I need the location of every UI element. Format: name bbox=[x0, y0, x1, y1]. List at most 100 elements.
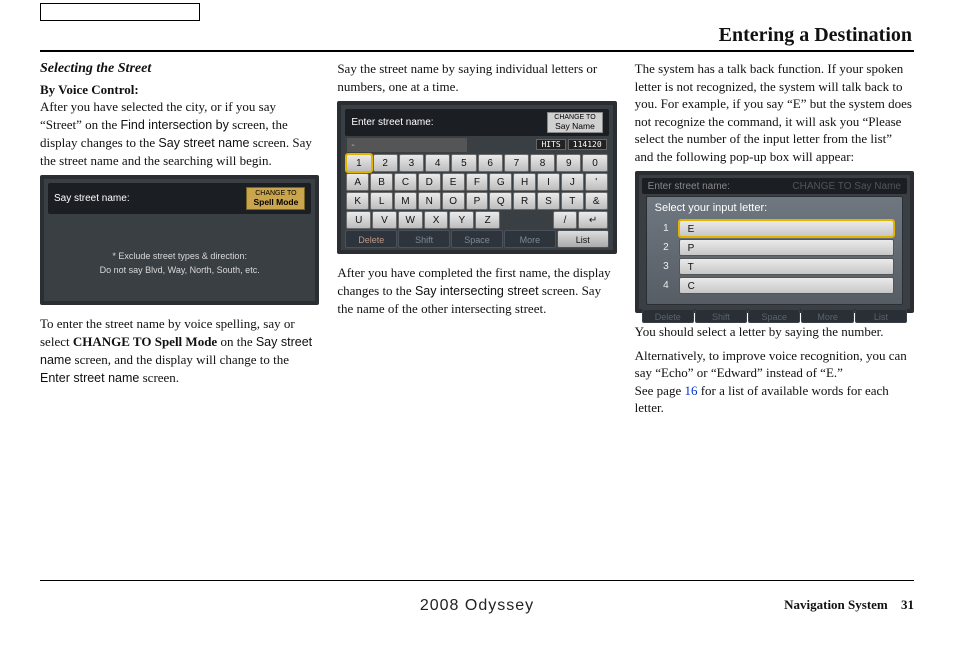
more-button-dim: More bbox=[801, 309, 853, 323]
option-number: 1 bbox=[655, 222, 669, 236]
key-v[interactable]: V bbox=[372, 211, 397, 229]
key-ampersand[interactable]: & bbox=[585, 192, 608, 210]
key-q[interactable]: Q bbox=[489, 192, 512, 210]
list-button[interactable]: List bbox=[557, 230, 609, 248]
col1-paragraph-1: After you have selected the city, or if … bbox=[40, 98, 319, 169]
key-2[interactable]: 2 bbox=[373, 154, 398, 172]
hits-counter: HITS114120 bbox=[534, 140, 606, 151]
content-columns: Selecting the Street By Voice Control: A… bbox=[40, 60, 914, 423]
shot2-prompt: Enter street name: bbox=[351, 116, 433, 130]
option-row: 2 P bbox=[655, 239, 894, 256]
change-to-say-name-button[interactable]: CHANGE TO Say Name bbox=[547, 112, 602, 133]
key-o[interactable]: O bbox=[442, 192, 465, 210]
page-title: Entering a Destination bbox=[719, 24, 912, 47]
option-p[interactable]: P bbox=[679, 239, 894, 256]
key-x[interactable]: X bbox=[424, 211, 449, 229]
screenshot-say-street-name: Say street name: CHANGE TO Spell Mode * … bbox=[40, 175, 319, 305]
voice-control-label: By Voice Control: bbox=[40, 81, 319, 99]
screenshot-enter-street-name: Enter street name: CHANGE TO Say Name - … bbox=[337, 101, 616, 254]
key-s[interactable]: S bbox=[537, 192, 560, 210]
header-rule bbox=[40, 50, 914, 52]
col1-paragraph-2: To enter the street name by voice spelli… bbox=[40, 315, 319, 386]
popup-title: Select your input letter: bbox=[655, 201, 894, 216]
page-link-16[interactable]: 16 bbox=[684, 383, 697, 398]
column-3: The system has a talk back function. If … bbox=[635, 60, 914, 423]
option-e[interactable]: E bbox=[679, 220, 894, 237]
key-4[interactable]: 4 bbox=[425, 154, 450, 172]
key-6[interactable]: 6 bbox=[478, 154, 503, 172]
delete-button[interactable]: Delete bbox=[345, 230, 397, 248]
option-number: 2 bbox=[655, 241, 669, 255]
input-letter-popup: Select your input letter: 1 E 2 P 3 T 4 … bbox=[646, 196, 903, 305]
key-8[interactable]: 8 bbox=[530, 154, 555, 172]
option-t[interactable]: T bbox=[679, 258, 894, 275]
shot2-titlebar: Enter street name: CHANGE TO Say Name bbox=[345, 109, 608, 136]
key-i[interactable]: I bbox=[537, 173, 560, 191]
key-slash[interactable]: / bbox=[553, 211, 578, 229]
key-7[interactable]: 7 bbox=[504, 154, 529, 172]
key-enter[interactable]: ↵ bbox=[578, 211, 607, 229]
screenshot-select-input-letter: Enter street name: CHANGE TO Say Name Se… bbox=[635, 171, 914, 313]
col3-paragraph-1: The system has a talk back function. If … bbox=[635, 60, 914, 165]
option-row: 3 T bbox=[655, 258, 894, 275]
key-m[interactable]: M bbox=[394, 192, 417, 210]
space-button-dim: Space bbox=[748, 309, 800, 323]
key-j[interactable]: J bbox=[561, 173, 584, 191]
key-a[interactable]: A bbox=[346, 173, 369, 191]
space-button[interactable]: Space bbox=[451, 230, 503, 248]
key-9[interactable]: 9 bbox=[556, 154, 581, 172]
key-t[interactable]: T bbox=[561, 192, 584, 210]
shot1-prompt: Say street name: bbox=[54, 192, 130, 206]
shot3-change-button-dim: CHANGE TO Say Name bbox=[792, 180, 901, 194]
footer-model: 2008 Odyssey bbox=[420, 597, 534, 615]
option-row: 4 C bbox=[655, 277, 894, 294]
key-c[interactable]: C bbox=[394, 173, 417, 191]
key-b[interactable]: B bbox=[370, 173, 393, 191]
option-c[interactable]: C bbox=[679, 277, 894, 294]
shift-button-dim: Shift bbox=[695, 309, 747, 323]
onscreen-keyboard: 1 2 3 4 5 6 7 8 9 0 A B C D E F bbox=[345, 154, 608, 229]
shot2-entry-row: - HITS114120 bbox=[345, 138, 608, 154]
key-apostrophe[interactable]: ' bbox=[585, 173, 608, 191]
shot1-note: * Exclude street types & direction: Do n… bbox=[48, 250, 311, 277]
key-0[interactable]: 0 bbox=[582, 154, 607, 172]
key-u[interactable]: U bbox=[346, 211, 371, 229]
key-w[interactable]: W bbox=[398, 211, 423, 229]
key-1[interactable]: 1 bbox=[346, 154, 371, 172]
page-footer: 2008 Odyssey Navigation System 31 bbox=[40, 580, 914, 615]
key-d[interactable]: D bbox=[418, 173, 441, 191]
key-l[interactable]: L bbox=[370, 192, 393, 210]
column-2: Say the street name by saying individual… bbox=[337, 60, 616, 423]
shift-button[interactable]: Shift bbox=[398, 230, 450, 248]
entry-field[interactable]: - bbox=[347, 138, 467, 152]
option-number: 4 bbox=[655, 279, 669, 293]
shot1-titlebar: Say street name: CHANGE TO Spell Mode bbox=[48, 183, 311, 214]
key-r[interactable]: R bbox=[513, 192, 536, 210]
key-5[interactable]: 5 bbox=[451, 154, 476, 172]
key-n[interactable]: N bbox=[418, 192, 441, 210]
more-button[interactable]: More bbox=[504, 230, 556, 248]
footer-navsys: Navigation System bbox=[784, 597, 888, 612]
key-z[interactable]: Z bbox=[475, 211, 500, 229]
footer-page-number: 31 bbox=[901, 597, 914, 612]
col2-paragraph-1: Say the street name by saying individual… bbox=[337, 60, 616, 95]
col2-paragraph-2: After you have completed the first name,… bbox=[337, 264, 616, 317]
option-row: 1 E bbox=[655, 220, 894, 237]
change-to-spell-mode-button[interactable]: CHANGE TO Spell Mode bbox=[246, 187, 305, 210]
key-y[interactable]: Y bbox=[449, 211, 474, 229]
key-3[interactable]: 3 bbox=[399, 154, 424, 172]
delete-button-dim: Delete bbox=[642, 309, 694, 323]
key-e[interactable]: E bbox=[442, 173, 465, 191]
key-f[interactable]: F bbox=[466, 173, 489, 191]
shot3-titlebar-dim: Enter street name: CHANGE TO Say Name bbox=[642, 178, 907, 194]
key-h[interactable]: H bbox=[513, 173, 536, 191]
key-p[interactable]: P bbox=[466, 192, 489, 210]
key-k[interactable]: K bbox=[346, 192, 369, 210]
shot3-bottom-row-dim: Delete Shift Space More List bbox=[642, 309, 907, 323]
list-button-dim: List bbox=[855, 309, 907, 323]
shot2-bottom-row: Delete Shift Space More List bbox=[345, 230, 608, 248]
col3-paragraph-3: Alternatively, to improve voice recognit… bbox=[635, 347, 914, 417]
column-1: Selecting the Street By Voice Control: A… bbox=[40, 60, 319, 423]
section-subhead: Selecting the Street bbox=[40, 60, 319, 79]
key-g[interactable]: G bbox=[489, 173, 512, 191]
